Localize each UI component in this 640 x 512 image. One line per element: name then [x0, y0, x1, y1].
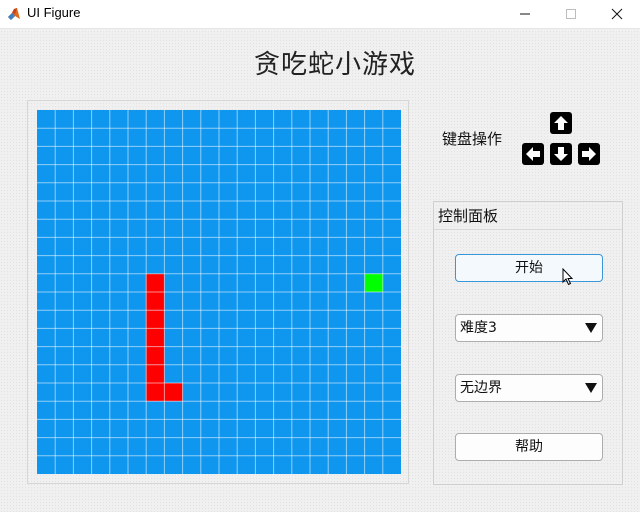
start-button[interactable]: 开始 [455, 254, 603, 282]
difficulty-dropdown[interactable]: 难度3 [455, 314, 603, 342]
difficulty-value: 难度3 [460, 320, 497, 336]
matlab-logo-icon [8, 8, 20, 20]
snake-segment [164, 383, 183, 402]
mouse-cursor-icon [562, 268, 574, 286]
snake-segment [146, 273, 165, 292]
up-arrow-icon [550, 112, 572, 134]
maximize-icon [566, 9, 576, 19]
snake-segment [146, 346, 165, 365]
snake-segment [146, 328, 165, 347]
close-icon [611, 8, 623, 20]
right-arrow-icon [578, 143, 600, 165]
snake-segment [146, 292, 165, 311]
game-title: 贪吃蛇小游戏 [253, 50, 416, 80]
down-arrow-icon [550, 143, 572, 165]
keyboard-label: 键盘操作 [442, 130, 503, 148]
game-board [37, 110, 401, 474]
boundary-dropdown[interactable]: 无边界 [455, 374, 603, 402]
chevron-down-icon [585, 383, 597, 393]
minimize-button[interactable] [502, 0, 548, 28]
snake-segment [146, 364, 165, 383]
boundary-value: 无边界 [460, 380, 502, 396]
window-title: UI Figure [27, 5, 81, 20]
control-panel-title: 控制面板 [434, 202, 622, 230]
left-arrow-icon [522, 143, 544, 165]
close-button[interactable] [594, 0, 640, 28]
maximize-button[interactable] [548, 0, 594, 28]
food-cell [364, 273, 383, 292]
snake-segment [146, 310, 165, 329]
arrow-keys-image [520, 110, 604, 168]
minimize-icon [520, 13, 530, 15]
help-button[interactable]: 帮助 [455, 433, 603, 461]
snake-segment [146, 383, 165, 402]
window-titlebar: UI Figure [0, 0, 640, 29]
chevron-down-icon [585, 323, 597, 333]
